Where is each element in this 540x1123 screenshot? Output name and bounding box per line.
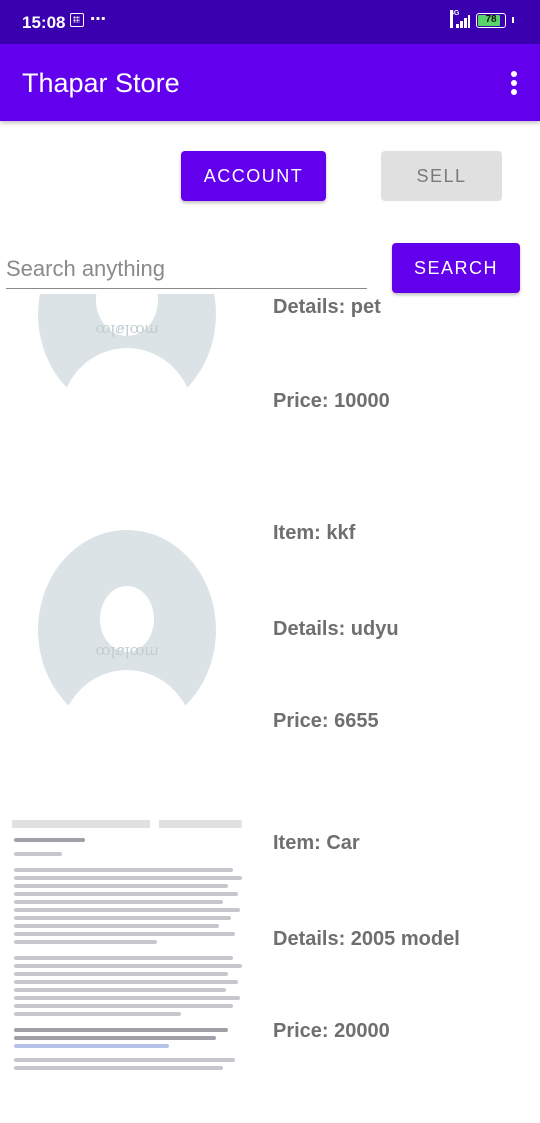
app-title: Thapar Store	[22, 68, 180, 98]
app-grid-icon	[70, 13, 84, 27]
item-image-placeholder: ꝏꞁⅇꞁꝏꭐ	[38, 294, 216, 414]
item-price: Price: 10000	[273, 390, 390, 412]
item-image-document	[8, 814, 246, 1114]
item-price: Price: 20000	[273, 1020, 390, 1042]
status-time: 15:08	[22, 13, 66, 32]
search-input[interactable]	[6, 250, 367, 289]
list-item[interactable]: ꝏꞁⅇꞁꝏꭐ Details: pet Price: 10000	[0, 294, 540, 484]
item-name: Item: kkf	[273, 522, 356, 544]
network-type-label: 4G	[450, 10, 459, 28]
item-name: Item: Car	[273, 832, 360, 854]
signal-icon: 4G	[446, 10, 470, 28]
list-item[interactable]: ꝏꞁⅇꞁꝏꭐ Item: kkf Details: udyu Price: 66…	[0, 504, 540, 754]
battery-level: 78	[485, 13, 497, 25]
search-button[interactable]: SEARCH	[392, 243, 520, 293]
battery-tip	[512, 17, 514, 23]
item-details: Details: 2005 model	[273, 928, 460, 950]
status-bar: 15:08 ⋯ 4G 78	[0, 0, 540, 44]
app-bar: Thapar Store	[0, 44, 540, 121]
item-list[interactable]: ꝏꞁⅇꞁꝏꭐ Details: pet Price: 10000 ꝏꞁⅇꞁꝏꭐ …	[0, 294, 540, 1123]
item-price: Price: 6655	[273, 710, 379, 732]
overflow-menu-icon[interactable]	[510, 71, 518, 97]
sell-button[interactable]: SELL	[381, 151, 502, 201]
more-notifications-icon: ⋯	[90, 11, 107, 28]
battery-icon: 78	[476, 12, 506, 28]
item-image-placeholder: ꝏꞁⅇꞁꝏꭐ	[38, 530, 216, 730]
item-details: Details: udyu	[273, 618, 399, 640]
item-details: Details: pet	[273, 296, 381, 318]
status-right: 4G 78	[446, 10, 514, 28]
status-notifications: ⋯	[70, 11, 107, 28]
account-button[interactable]: ACCOUNT	[181, 151, 326, 201]
